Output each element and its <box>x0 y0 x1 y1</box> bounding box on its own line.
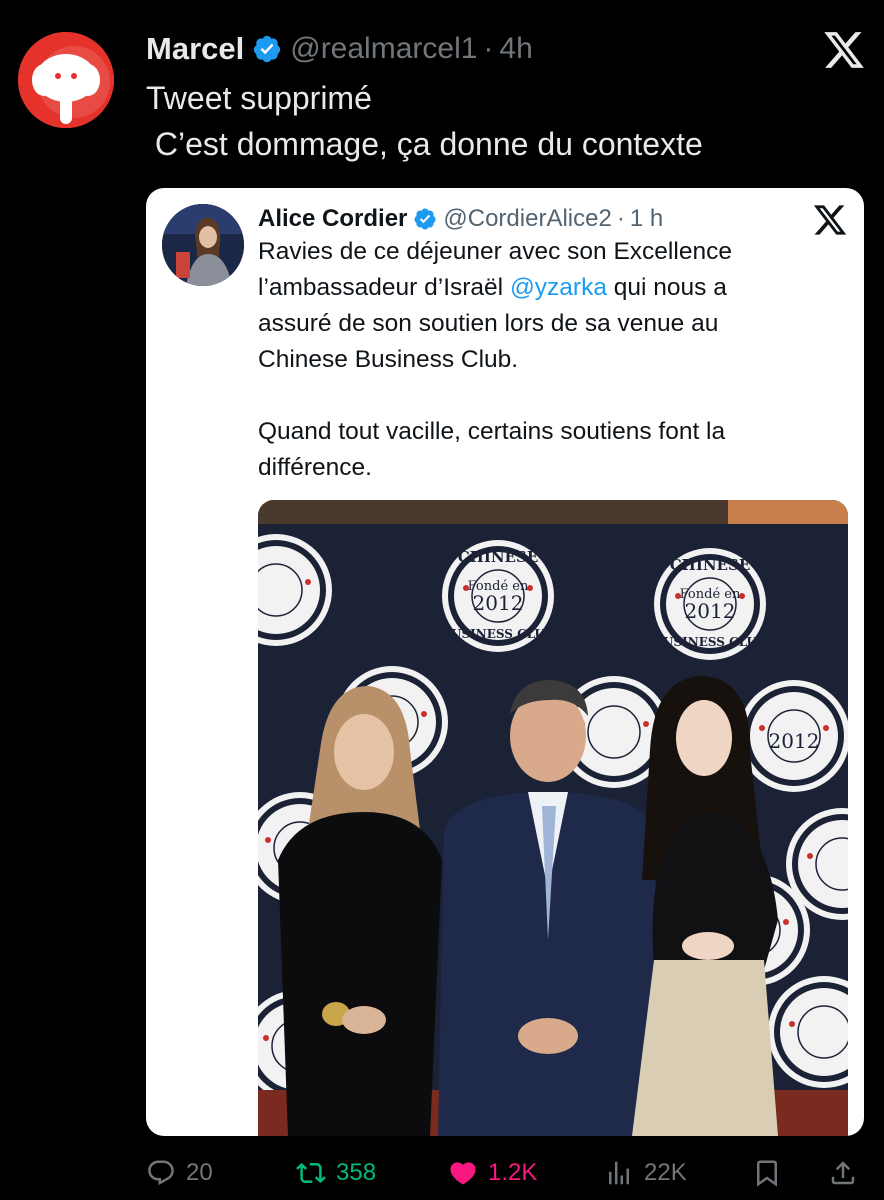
separator-dot: · <box>483 32 494 65</box>
quoted-text-line: Quand tout vacille, certains soutiens fo… <box>258 418 726 445</box>
seal-text: 2012 <box>685 599 736 623</box>
repost-icon <box>296 1162 326 1184</box>
reply-button[interactable]: 20 <box>146 1150 213 1196</box>
reply-icon <box>148 1160 174 1186</box>
post-text-line: Tweet supprimé <box>146 80 372 116</box>
quoted-text-line: l’ambassadeur d’Israël @yzarka qui nous … <box>258 274 727 302</box>
seal-text: CHINESE <box>458 548 539 566</box>
mention-link: @yzarka <box>509 274 607 301</box>
verified-badge-icon <box>254 35 281 63</box>
author-handle[interactable]: @realmarcel1 <box>290 32 477 66</box>
quoted-text-segment: l’ambassadeur d’Israël <box>258 274 510 301</box>
like-button[interactable]: 1.2K <box>448 1150 537 1196</box>
x-logo-icon <box>824 32 864 68</box>
views-icon <box>609 1161 629 1185</box>
quoted-author-avatar <box>162 204 244 286</box>
separator-dot: · <box>616 205 625 232</box>
post-header: Marcel @realmarcel1 · 4h <box>146 26 533 72</box>
quoted-author-handle: @CordierAlice2 <box>443 205 612 232</box>
quoted-text-line: Ravies de ce déjeuner avec son Excellenc… <box>258 238 732 265</box>
quoted-text-line: Chinese Business Club. <box>258 346 519 373</box>
post-time[interactable]: 4h <box>499 32 532 66</box>
repost-count: 358 <box>336 1159 377 1186</box>
views-button[interactable]: 22K <box>604 1150 687 1196</box>
seal-text: 2012 <box>769 729 820 753</box>
quoted-text-line: différence. <box>258 454 372 481</box>
author-name[interactable]: Marcel <box>146 31 244 67</box>
seal-text: BUSINESS CLUB <box>653 635 767 649</box>
views-count: 22K <box>644 1159 687 1186</box>
repost-button[interactable]: 358 <box>296 1150 376 1196</box>
seal-text: CHINESE <box>670 556 751 574</box>
quoted-text-segment: qui nous a <box>606 274 727 301</box>
quoted-tweet-screenshot[interactable]: Alice Cordier @CordierAlice2 · 1 h Ravie… <box>146 188 864 1136</box>
x-logo-icon <box>813 205 847 235</box>
quoted-time: 1 h <box>629 205 664 232</box>
quoted-author-name: Alice Cordier <box>258 205 408 232</box>
like-icon <box>450 1162 476 1185</box>
seal-text: BUSINESS CLUB <box>441 627 555 641</box>
share-icon <box>831 1161 855 1185</box>
post-text-line: C’est dommage, ça donne du contexte <box>146 126 703 162</box>
bookmark-button[interactable] <box>752 1150 792 1196</box>
verified-badge-icon <box>414 208 436 230</box>
like-count: 1.2K <box>488 1159 538 1186</box>
quoted-photo: Fondé en 2012 CHINESE BUSINESS CLUB Fond… <box>258 500 848 1136</box>
reply-count: 20 <box>186 1159 213 1186</box>
author-avatar[interactable] <box>18 32 114 128</box>
seal-text: 2012 <box>473 591 524 615</box>
action-bar: 20 358 1.2K 22K <box>0 1150 884 1196</box>
bookmark-icon <box>757 1160 777 1187</box>
quoted-text-line: assuré de son soutien lors de sa venue a… <box>258 310 719 337</box>
share-button[interactable] <box>828 1150 868 1196</box>
quoted-header: Alice Cordier @CordierAlice2 · 1 h <box>258 200 663 238</box>
